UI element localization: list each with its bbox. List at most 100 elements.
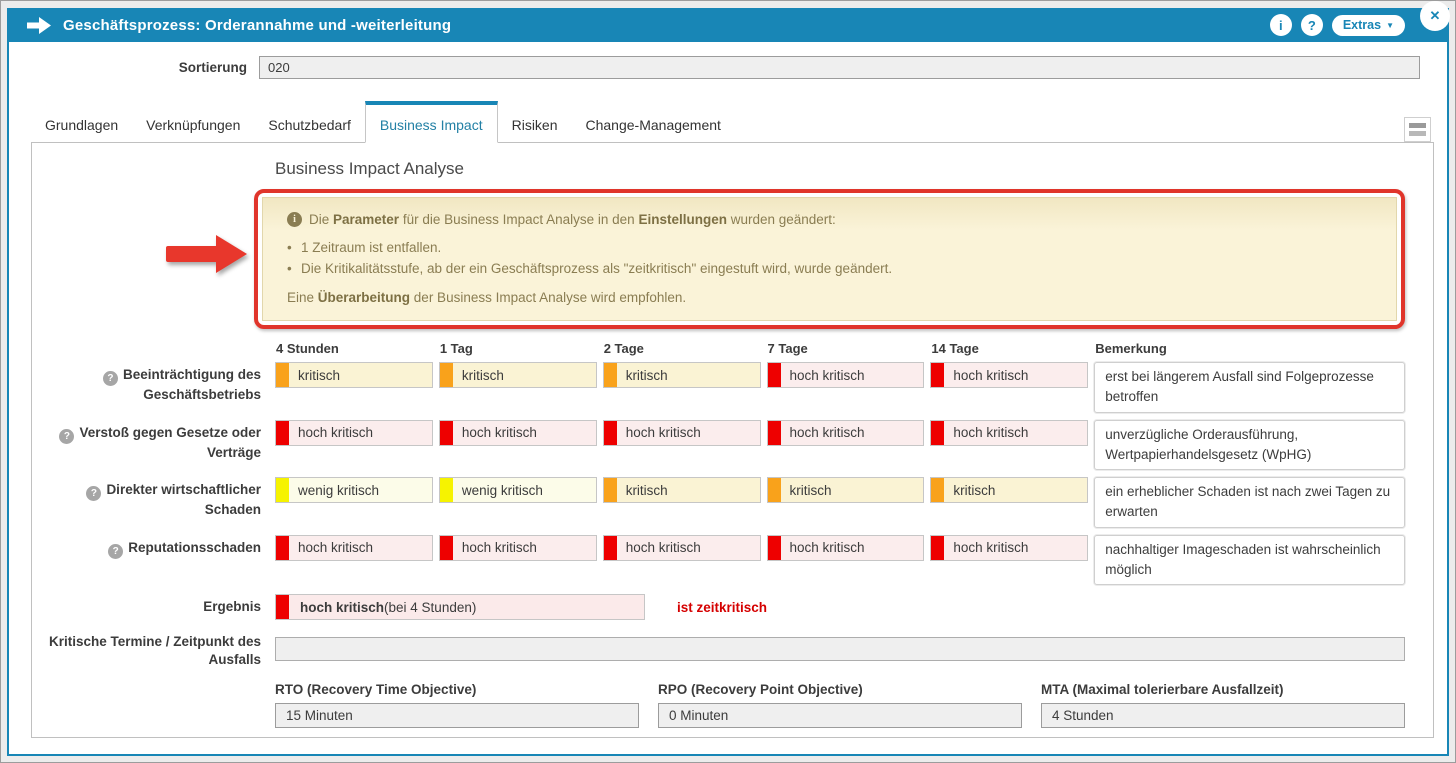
tab-change-management[interactable]: Change-Management	[572, 107, 735, 142]
warning-annotation-wrap: i Die Parameter für die Business Impact …	[254, 189, 1405, 329]
page-title: Geschäftsprozess: Orderannahme und -weit…	[63, 17, 451, 34]
extras-button[interactable]: Extras▼	[1332, 15, 1405, 36]
warning-intro: i Die Parameter für die Business Impact …	[287, 212, 1372, 227]
level-color-swatch	[604, 478, 617, 502]
column-header: 7 Tage	[767, 341, 925, 356]
titlebar: Geschäftsprozess: Orderannahme und -weit…	[9, 8, 1447, 42]
criticality-select[interactable]: hoch kritisch	[767, 420, 925, 446]
matrix-header-row: 4 Stunden 1 Tag 2 Tage 7 Tage 14 Tage Be…	[32, 341, 1405, 356]
level-color-swatch	[276, 421, 289, 445]
row-label: ?Reputationsschaden	[32, 535, 269, 559]
tab-business-impact[interactable]: Business Impact	[365, 101, 498, 143]
kritische-termine-row: Kritische Termine / Zeitpunkt des Ausfal…	[32, 629, 1405, 668]
close-icon[interactable]: ✕	[1422, 3, 1448, 29]
level-color-swatch	[276, 363, 289, 387]
criticality-select[interactable]: hoch kritisch	[930, 535, 1088, 561]
mta-label: MTA (Maximal tolerierbare Ausfallzeit)	[1041, 682, 1405, 697]
level-color-swatch	[931, 536, 944, 560]
level-color-swatch	[276, 595, 289, 619]
rto-input[interactable]	[275, 703, 639, 728]
criticality-select[interactable]: hoch kritisch	[439, 535, 597, 561]
criticality-select[interactable]: hoch kritisch	[603, 535, 761, 561]
column-header: 2 Tage	[603, 341, 761, 356]
business-impact-panel: Business Impact Analyse i Die Parameter …	[31, 142, 1434, 738]
level-color-swatch	[931, 478, 944, 502]
info-icon[interactable]: i	[1270, 14, 1292, 36]
parameter-changed-warning: i Die Parameter für die Business Impact …	[262, 197, 1397, 321]
rpo-label: RPO (Recovery Point Objective)	[658, 682, 1022, 697]
level-color-swatch	[440, 478, 453, 502]
level-color-swatch	[931, 421, 944, 445]
tab-schutzbedarf[interactable]: Schutzbedarf	[254, 107, 365, 142]
bemerkung-field[interactable]: ein erheblicher Schaden ist nach zwei Ta…	[1094, 477, 1405, 528]
help-icon[interactable]: ?	[59, 429, 74, 444]
kritische-termine-input[interactable]	[275, 637, 1405, 661]
criticality-select[interactable]: kritisch	[767, 477, 925, 503]
tab-bar: Grundlagen Verknüpfungen Schutzbedarf Bu…	[9, 101, 1447, 142]
level-color-swatch	[604, 536, 617, 560]
level-color-swatch	[931, 363, 944, 387]
sortierung-label: Sortierung	[9, 60, 259, 75]
window-frame: Geschäftsprozess: Orderannahme und -weit…	[0, 0, 1456, 763]
titlebar-actions: i ? Extras▼	[1270, 14, 1433, 36]
rpo-input[interactable]	[658, 703, 1022, 728]
mta-input[interactable]	[1041, 703, 1405, 728]
help-icon[interactable]: ?	[1301, 14, 1323, 36]
level-color-swatch	[604, 363, 617, 387]
ergebnis-value: hoch kritisch (bei 4 Stunden)	[275, 594, 645, 620]
tab-risiken[interactable]: Risiken	[498, 107, 572, 142]
mta-column: MTA (Maximal tolerierbare Ausfallzeit) B…	[1041, 668, 1405, 738]
tab-verknuepfungen[interactable]: Verknüpfungen	[132, 107, 254, 142]
column-header: 4 Stunden	[275, 341, 433, 356]
sortierung-input[interactable]	[259, 56, 1420, 79]
level-color-swatch	[768, 478, 781, 502]
zeitkritisch-flag: ist zeitkritisch	[677, 600, 1405, 615]
criticality-select[interactable]: kritisch	[930, 477, 1088, 503]
criticality-select[interactable]: kritisch	[603, 362, 761, 388]
table-row: ?Direkter wirtschaftlicher Schaden wenig…	[32, 477, 1405, 528]
sortierung-row: Sortierung	[9, 56, 1420, 79]
table-row: ?Reputationsschaden hoch kritisch hoch k…	[32, 535, 1405, 586]
criticality-select[interactable]: kritisch	[603, 477, 761, 503]
level-color-swatch	[768, 536, 781, 560]
process-arrow-icon	[27, 17, 51, 34]
bemerkung-field[interactable]: erst bei längerem Ausfall sind Folgeproz…	[1094, 362, 1405, 413]
tab-grundlagen[interactable]: Grundlagen	[31, 107, 132, 142]
process-dialog: Geschäftsprozess: Orderannahme und -weit…	[7, 8, 1449, 756]
criticality-select[interactable]: hoch kritisch	[439, 420, 597, 446]
criticality-select[interactable]: wenig kritisch	[275, 477, 433, 503]
ergebnis-label: Ergebnis	[32, 598, 269, 616]
help-icon[interactable]: ?	[103, 371, 118, 386]
warning-footer: Eine Überarbeitung der Business Impact A…	[287, 290, 1372, 305]
dialog-content: Sortierung Grundlagen Verknüpfungen Schu…	[9, 42, 1447, 754]
criticality-select[interactable]: hoch kritisch	[930, 362, 1088, 388]
row-label: ?Direkter wirtschaftlicher Schaden	[32, 477, 269, 519]
criticality-select[interactable]: hoch kritisch	[767, 535, 925, 561]
row-label: ?Verstoß gegen Gesetze oder Verträge	[32, 420, 269, 462]
criticality-select[interactable]: hoch kritisch	[275, 420, 433, 446]
recovery-section: RTO (Recovery Time Objective) Bemerkunge…	[275, 668, 1405, 738]
table-row: ?Verstoß gegen Gesetze oder Verträge hoc…	[32, 420, 1405, 471]
bemerkung-field[interactable]: unverzügliche Orderausführung, Wertpapie…	[1094, 420, 1405, 471]
level-color-swatch	[440, 536, 453, 560]
help-icon[interactable]: ?	[86, 486, 101, 501]
criticality-select[interactable]: hoch kritisch	[930, 420, 1088, 446]
warning-bullet: 1 Zeitraum ist entfallen.	[287, 240, 1372, 255]
annotation-highlight-box: i Die Parameter für die Business Impact …	[254, 189, 1405, 329]
warning-bullet-list: 1 Zeitraum ist entfallen. Die Kritikalit…	[287, 240, 1372, 276]
criticality-select[interactable]: hoch kritisch	[767, 362, 925, 388]
bemerkung-field[interactable]: nachhaltiger Imageschaden ist wahrschein…	[1094, 535, 1405, 586]
column-header: 14 Tage	[930, 341, 1088, 356]
table-row: ?Beeinträchtigung des Geschäftsbetriebs …	[32, 362, 1405, 413]
criticality-select[interactable]: hoch kritisch	[603, 420, 761, 446]
level-color-swatch	[604, 421, 617, 445]
help-icon[interactable]: ?	[108, 544, 123, 559]
criticality-select[interactable]: hoch kritisch	[275, 535, 433, 561]
criticality-select[interactable]: kritisch	[275, 362, 433, 388]
ergebnis-row: Ergebnis hoch kritisch (bei 4 Stunden) i…	[32, 594, 1405, 620]
criticality-select[interactable]: kritisch	[439, 362, 597, 388]
criticality-select[interactable]: wenig kritisch	[439, 477, 597, 503]
chevron-down-icon: ▼	[1386, 21, 1394, 30]
kritische-termine-label: Kritische Termine / Zeitpunkt des Ausfal…	[32, 629, 269, 668]
level-color-swatch	[276, 478, 289, 502]
